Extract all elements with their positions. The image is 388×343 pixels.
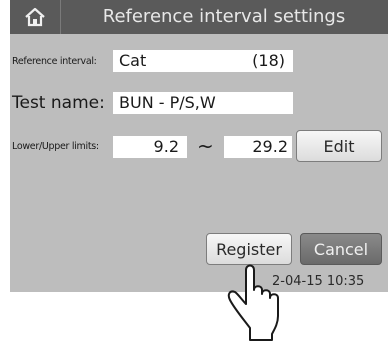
- lower-limit-field[interactable]: 9.2: [113, 136, 187, 158]
- home-icon: [25, 7, 45, 27]
- page-title: Reference interval settings: [102, 6, 346, 27]
- cancel-button[interactable]: Cancel: [300, 233, 382, 265]
- test-name-field[interactable]: BUN - P/S,W: [113, 92, 293, 114]
- reference-interval-field[interactable]: Cat (18): [113, 50, 293, 72]
- test-name-label: Test name:: [12, 93, 105, 113]
- reference-interval-label: Reference interval:: [12, 56, 97, 67]
- range-separator: ~: [197, 134, 214, 158]
- reference-interval-count: (18): [252, 51, 285, 70]
- edit-button[interactable]: Edit: [296, 130, 382, 162]
- home-button[interactable]: [10, 0, 61, 34]
- pointing-hand-icon: [227, 264, 279, 341]
- reference-interval-species: Cat: [119, 51, 147, 70]
- upper-limit-field[interactable]: 29.2: [224, 136, 292, 158]
- limits-label: Lower/Upper limits:: [12, 141, 99, 152]
- device-screen: Reference interval settings Reference in…: [10, 0, 388, 292]
- title-bar: Reference interval settings: [10, 0, 388, 34]
